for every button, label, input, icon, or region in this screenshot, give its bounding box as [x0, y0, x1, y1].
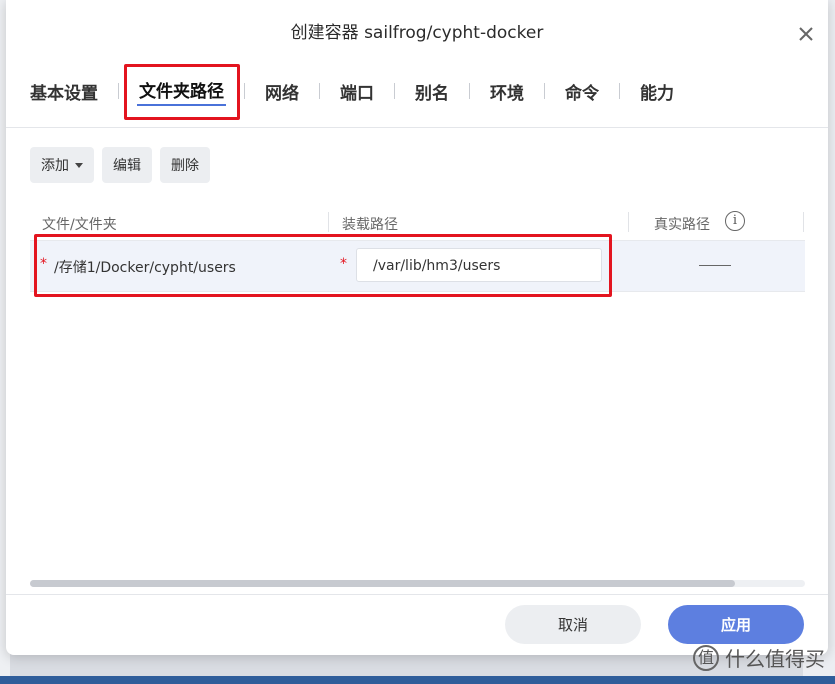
mount-path-input[interactable]: /var/lib/hm3/users	[356, 248, 602, 282]
tab-network[interactable]: 网络	[263, 79, 301, 104]
tab-bar: 基本设置 文件夹路径 网络 端口 别名 环境 命令 能力	[28, 76, 676, 106]
column-separator	[328, 212, 329, 232]
column-header-real: 真实路径	[654, 217, 710, 233]
dialog-title: 创建容器 sailfrog/cypht-docker	[290, 23, 544, 43]
tab-separator	[544, 83, 545, 99]
toolbar: 添加 编辑 删除	[30, 147, 210, 183]
table-row[interactable]: * /存储1/Docker/cypht/users * /var/lib/hm3…	[30, 241, 805, 292]
source-path: /存储1/Docker/cypht/users	[54, 260, 236, 276]
create-container-dialog: 创建容器 sailfrog/cypht-docker 基本设置 文件夹路径 网络…	[6, 0, 828, 655]
add-button[interactable]: 添加	[30, 147, 94, 183]
column-separator	[628, 212, 629, 232]
caret-down-icon	[75, 162, 83, 168]
column-separator	[803, 212, 804, 232]
tab-separator	[244, 83, 245, 99]
tab-ports[interactable]: 端口	[338, 79, 376, 104]
column-header-source: 文件/文件夹	[42, 217, 117, 233]
tab-basic-settings[interactable]: 基本设置	[28, 79, 100, 104]
apply-button[interactable]: 应用	[668, 605, 804, 644]
watermark-text: 什么值得买	[725, 647, 825, 671]
edit-button[interactable]: 编辑	[102, 147, 152, 183]
watermark: 值 什么值得买	[693, 643, 825, 672]
required-marker: *	[340, 256, 347, 272]
scrollbar-thumb[interactable]	[30, 580, 735, 587]
tab-separator	[394, 83, 395, 99]
real-path-empty	[699, 265, 731, 266]
required-marker: *	[40, 256, 47, 272]
tab-separator	[619, 83, 620, 99]
column-header-mount: 装载路径	[342, 217, 398, 233]
tab-folder-path[interactable]: 文件夹路径	[137, 77, 226, 106]
tab-capabilities[interactable]: 能力	[638, 79, 676, 104]
delete-button[interactable]: 删除	[160, 147, 210, 183]
close-icon[interactable]	[796, 24, 816, 44]
divider	[6, 127, 828, 128]
folder-mapping-table: 文件/文件夹 装载路径 真实路径 i * /存储1/Docker/cypht/u…	[30, 204, 805, 292]
cancel-button[interactable]: 取消	[505, 605, 641, 644]
tab-environment[interactable]: 环境	[488, 79, 526, 104]
table-header: 文件/文件夹 装载路径 真实路径 i	[30, 204, 805, 241]
tab-separator	[319, 83, 320, 99]
tab-separator	[469, 83, 470, 99]
background-taskbar	[0, 676, 835, 684]
tab-separator	[118, 83, 119, 99]
tab-command[interactable]: 命令	[563, 79, 601, 104]
watermark-logo: 值	[693, 644, 719, 671]
info-icon[interactable]: i	[725, 211, 745, 231]
divider	[6, 594, 828, 595]
add-button-label: 添加	[41, 158, 69, 174]
tab-alias[interactable]: 别名	[413, 79, 451, 104]
horizontal-scrollbar[interactable]	[30, 580, 805, 587]
